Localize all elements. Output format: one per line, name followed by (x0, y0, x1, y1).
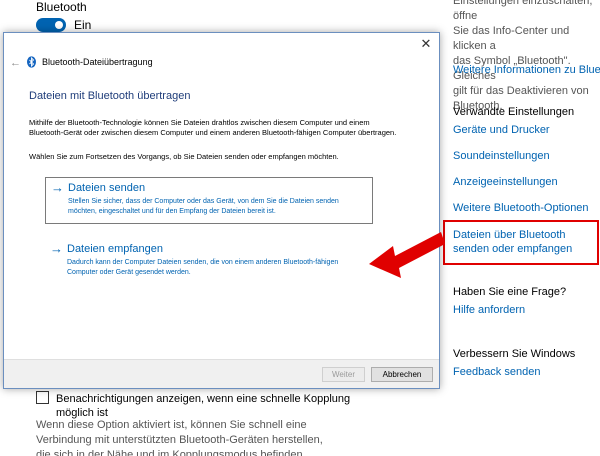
related-link-more-bluetooth[interactable]: Weitere Bluetooth-Optionen (453, 202, 589, 214)
question-heading: Haben Sie eine Frage? (453, 286, 567, 298)
next-button[interactable]: Weiter (322, 367, 365, 382)
bluetooth-file-transfer-dialog: ✕ ← Bluetooth-Dateiübertragung Dateien m… (3, 32, 440, 389)
close-icon[interactable]: ✕ (419, 37, 433, 51)
send-files-description: Stellen Sie sicher, dass der Computer od… (68, 198, 339, 215)
dialog-title: Bluetooth-Dateiübertragung (42, 57, 153, 67)
more-info-link[interactable]: Weitere Informationen zu Bluetoo (453, 64, 600, 76)
dialog-heading: Dateien mit Bluetooth übertragen (29, 90, 191, 102)
send-files-option[interactable]: → Dateien senden Stellen Sie sicher, das… (45, 177, 373, 224)
bluetooth-info-text: Einstellungen einzuschalten, öffne Sie d… (453, 0, 600, 114)
help-link[interactable]: Hilfe anfordern (453, 304, 525, 316)
related-link-sound[interactable]: Soundeinstellungen (453, 150, 550, 162)
arrow-right-icon: → (50, 241, 63, 256)
bluetooth-heading: Bluetooth (36, 0, 87, 14)
quick-pair-description: Wenn diese Option aktiviert ist, können … (36, 419, 323, 456)
info-line: Sie das Info-Center und klicken a (453, 25, 570, 52)
bluetooth-icon (27, 56, 36, 68)
dialog-description: Mithilfe der Bluetooth-Technologie könne… (29, 118, 397, 137)
improve-heading: Verbessern Sie Windows (453, 348, 576, 360)
receive-files-title: Dateien empfangen (67, 243, 164, 255)
related-settings-heading: Verwandte Einstellungen (453, 106, 575, 118)
bluetooth-toggle[interactable] (36, 18, 66, 32)
send-files-title-text: Dateien senden (68, 182, 146, 194)
cancel-button[interactable]: Abbrechen (371, 367, 433, 382)
toggle-state-label: Ein (74, 18, 92, 32)
dialog-instruction: Wählen Sie zum Fortsetzen des Vorgangs, … (29, 152, 339, 161)
feedback-link[interactable]: Feedback senden (453, 366, 540, 378)
related-link-display[interactable]: Anzeigeeinstellungen (453, 176, 558, 188)
info-line: Einstellungen einzuschalten, öffne (453, 0, 593, 22)
receive-files-option[interactable]: → Dateien empfangen Dadurch kann der Com… (45, 239, 373, 279)
back-arrow-icon[interactable]: ← (10, 57, 21, 69)
send-files-title: Dateien senden (68, 182, 145, 194)
info-line: gilt für das Deaktivieren von (453, 85, 589, 97)
dialog-footer: Weiter Abbrechen (4, 359, 439, 388)
send-receive-files-link[interactable]: Dateien über Bluetooth senden oder empfa… (453, 228, 593, 256)
quick-pair-checkbox-label: Benachrichtigungen anzeigen, wenn eine s… (56, 393, 351, 419)
quick-pair-checkbox[interactable] (36, 391, 49, 404)
related-link-devices-printers[interactable]: Geräte und Drucker (453, 124, 550, 136)
dialog-titlebar: ✕ ← Bluetooth-Dateiübertragung (4, 33, 439, 85)
bluetooth-toggle-row[interactable]: Ein (36, 18, 91, 32)
arrow-right-icon: → (51, 180, 64, 195)
red-arrow-icon (369, 232, 445, 278)
receive-files-description: Dadurch kann der Computer Dateien senden… (67, 259, 339, 276)
